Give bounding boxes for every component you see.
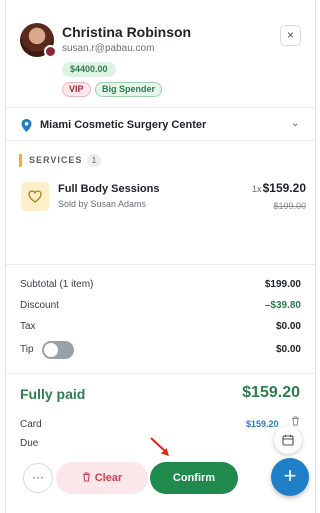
add-fab-button[interactable]: + [271,458,309,496]
subtotal-value: $199.00 [264,279,301,290]
payment-divider [6,373,315,374]
subtotal-label: Subtotal (1 item) [20,279,94,290]
chevron-down-icon: ⌄ [291,118,300,129]
calendar-icon [282,434,294,446]
client-email: susan.r@pabau.com [62,43,155,54]
client-name[interactable]: Christina Robinson [62,24,191,40]
balance-badge: $4400.00 [62,62,116,77]
trash-icon [82,472,90,482]
client-header: Christina Robinson susan.r@pabau.com $44… [6,0,315,108]
card-label: Card [20,419,42,430]
location-name: Miami Cosmetic Surgery Center [40,119,207,131]
pointer-arrow-icon [150,437,169,456]
location-selector[interactable]: Miami Cosmetic Surgery Center ⌄ [6,109,315,141]
remove-payment-icon[interactable] [291,416,300,426]
discount-label: Discount [20,300,59,311]
services-accent-bar [19,154,22,167]
service-quantity: 1x [252,184,262,194]
payment-status-value: $159.20 [242,384,300,401]
tag-vip: VIP [62,82,91,97]
clear-button-label: Clear [94,472,123,484]
payment-status-label: Fully paid [20,386,86,402]
services-count-badge: 1 [87,154,101,167]
due-label: Due [20,438,39,449]
service-title: Full Body Sessions [58,183,160,195]
tip-value: $0.00 [275,344,301,355]
clear-button[interactable]: Clear [56,462,148,494]
service-sold-by: Sold by Susan Adams [58,199,147,209]
avatar-status-badge [44,45,57,58]
service-line-item[interactable]: Full Body Sessions Sold by Susan Adams 1… [21,181,306,215]
tag-big-spender: Big Spender [95,82,163,97]
tax-row: Tax $0.00 [20,321,301,335]
confirm-button[interactable]: Confirm [150,462,238,494]
tip-toggle[interactable] [42,341,74,359]
tip-row: Tip $0.00 [20,341,301,359]
close-button[interactable]: × [280,25,301,46]
tip-label: Tip [20,344,34,355]
service-price: $159.20 [262,181,306,195]
service-original-price: $199.00 [273,201,306,211]
heart-icon [28,190,42,203]
service-icon-tile [21,182,49,211]
discount-row[interactable]: Discount –$39.80 [20,300,301,314]
location-pin-icon [21,119,32,132]
card-amount-link[interactable]: $159.20 [246,419,279,429]
summary-divider [6,264,315,265]
checkout-panel: Christina Robinson susan.r@pabau.com $44… [5,0,316,513]
services-label: SERVICES [29,155,83,165]
tax-value: $0.00 [275,321,301,332]
discount-value: –$39.80 [264,300,301,311]
tax-label: Tax [20,321,36,332]
tip-toggle-knob [44,343,58,357]
calendar-button[interactable] [274,426,302,454]
more-options-button[interactable]: ··· [23,463,53,493]
subtotal-row: Subtotal (1 item) $199.00 [20,279,301,293]
